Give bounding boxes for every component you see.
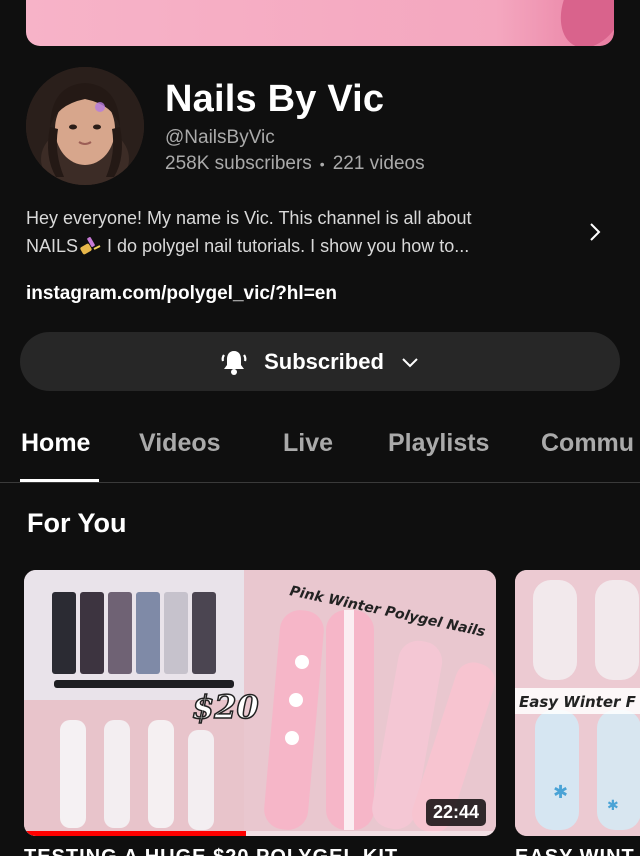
channel-description[interactable]: Hey everyone! My name is Vic. This chann… bbox=[26, 204, 571, 260]
channel-avatar[interactable] bbox=[26, 67, 144, 185]
svg-text:✱: ✱ bbox=[553, 782, 568, 802]
chevron-right-icon[interactable] bbox=[583, 220, 607, 244]
channel-tabs: Home Videos Live Playlists Commu bbox=[0, 415, 640, 483]
bell-ringing-icon bbox=[218, 346, 250, 378]
video-title-2[interactable]: EASY WINT bbox=[515, 846, 635, 856]
tab-videos[interactable]: Videos bbox=[139, 429, 221, 458]
section-title: For You bbox=[27, 508, 127, 538]
watch-progress-fill bbox=[24, 831, 246, 836]
channel-stats: 258K subscribers • 221 videos bbox=[165, 153, 425, 175]
stats-separator: • bbox=[319, 156, 325, 172]
description-line-2: NAILS I do polygel nail tutorials. I sho… bbox=[26, 232, 571, 260]
subscriber-count: 258K subscribers bbox=[165, 153, 312, 174]
video-duration: 22:44 bbox=[425, 799, 486, 826]
thumbnail-caption-text-2: Easy Winter F bbox=[519, 693, 637, 711]
description-line-2-text: I do polygel nail tutorials. I show you … bbox=[102, 236, 470, 256]
tab-home[interactable]: Home bbox=[21, 429, 90, 458]
thumbnail-price-text: $20 bbox=[192, 688, 259, 726]
description-line-1: Hey everyone! My name is Vic. This chann… bbox=[26, 208, 472, 228]
video-count: 221 videos bbox=[332, 153, 425, 174]
channel-banner[interactable] bbox=[26, 0, 614, 46]
video-thumbnail[interactable]: $20 Pink Winter Polygel Nails 22:44 bbox=[24, 570, 496, 836]
thumbnail-image: $20 Pink Winter Polygel Nails bbox=[24, 570, 496, 836]
channel-name: Nails By Vic bbox=[165, 78, 385, 120]
active-tab-indicator bbox=[20, 479, 99, 482]
video-thumbnail-2[interactable]: Easy Winter F ✱ ✱ bbox=[515, 570, 640, 836]
nail-polish-emoji-icon bbox=[78, 235, 102, 255]
subscribed-button[interactable]: Subscribed bbox=[20, 332, 620, 391]
chevron-down-icon bbox=[398, 350, 422, 374]
channel-link[interactable]: instagram.com/polygel_vic/?hl=en bbox=[26, 283, 337, 305]
subscribed-label: Subscribed bbox=[264, 348, 384, 374]
banner-decoration bbox=[547, 0, 614, 46]
video-title[interactable]: TESTING A HUGE $20 POLYGEL KIT bbox=[24, 846, 398, 856]
tab-playlists[interactable]: Playlists bbox=[388, 429, 489, 458]
watch-progress-bar bbox=[24, 831, 496, 836]
svg-text:✱: ✱ bbox=[607, 797, 619, 813]
channel-handle: @NailsByVic bbox=[165, 127, 275, 148]
description-nails-word: NAILS bbox=[26, 236, 79, 256]
tab-live[interactable]: Live bbox=[283, 429, 333, 458]
thumbnail-image-2: Easy Winter F ✱ ✱ bbox=[515, 570, 640, 836]
tab-community[interactable]: Commu bbox=[541, 429, 634, 458]
